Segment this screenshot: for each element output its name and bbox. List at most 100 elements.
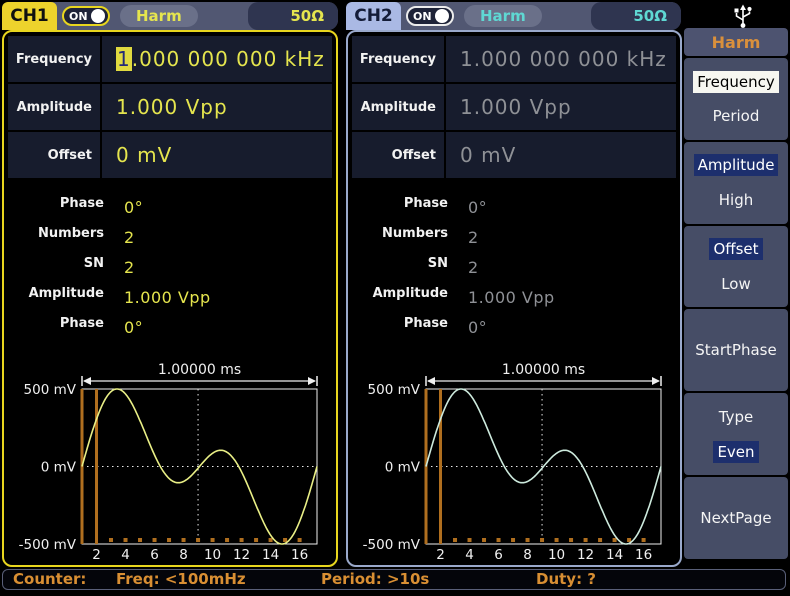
ch2-frequency-row: Frequency 1.000 000 000 kHz bbox=[352, 36, 676, 82]
ch1-harm-amplitude-label: Amplitude bbox=[8, 282, 104, 312]
ch2-amplitude-value[interactable]: 1.000 Vpp bbox=[446, 84, 676, 130]
ch2-offset-value[interactable]: 0 mV bbox=[446, 132, 676, 178]
ch2-harm-amplitude-label: Amplitude bbox=[352, 282, 448, 312]
menu-item-type[interactable]: Type bbox=[715, 406, 757, 428]
menu-item-even[interactable]: Even bbox=[713, 441, 758, 463]
harmonic-zero-stub bbox=[526, 538, 530, 542]
harmonic-zero-stub bbox=[269, 538, 273, 542]
harmonic-zero-stub bbox=[167, 538, 171, 542]
edit-cursor-digit: 1 bbox=[116, 47, 132, 71]
ch2-mode-badge: Harm bbox=[464, 5, 542, 27]
harmonic-zero-stub bbox=[555, 538, 559, 542]
ch2-offset-label: Offset bbox=[352, 132, 446, 178]
y-tick-label: 0 mV bbox=[41, 460, 77, 476]
ch2-harmonic-params: Phase0° Numbers2 SN2 Amplitude1.000 Vpp … bbox=[352, 192, 676, 342]
counter-duty: Duty: ? bbox=[536, 570, 596, 589]
ch1-sn-label: SN bbox=[8, 252, 104, 282]
x-tick-label: 6 bbox=[494, 547, 503, 563]
softkey-type-even[interactable]: Type Even bbox=[684, 393, 788, 475]
y-tick-label: 500 mV bbox=[24, 382, 77, 398]
span-arrow-left bbox=[427, 377, 435, 385]
ch2-phase-value[interactable]: 0° bbox=[448, 192, 487, 222]
softkey-nextpage[interactable]: NextPage bbox=[684, 477, 788, 559]
ch1-numbers-label: Numbers bbox=[8, 222, 104, 252]
x-tick-label: 14 bbox=[262, 547, 279, 563]
softkey-menu: Harm Frequency Period Amplitude High Off… bbox=[684, 28, 788, 559]
ch1-topbar: ON Harm 50Ω CH1 bbox=[2, 2, 338, 30]
menu-item-frequency[interactable]: Frequency bbox=[693, 71, 779, 93]
ch1-numbers-value[interactable]: 2 bbox=[104, 222, 135, 252]
harmonic-zero-stub bbox=[642, 538, 646, 542]
ch2-numbers-value[interactable]: 2 bbox=[448, 222, 479, 252]
ch2-panel: Frequency 1.000 000 000 kHz Amplitude 1.… bbox=[346, 30, 682, 567]
span-arrow-right bbox=[308, 377, 316, 385]
counter-freq: Freq: <100mHz bbox=[116, 570, 246, 589]
menu-item-low[interactable]: Low bbox=[717, 273, 755, 295]
ch2-harm-phase-value[interactable]: 0° bbox=[448, 312, 487, 342]
harmonic-zero-stub bbox=[138, 538, 142, 542]
ch2-waveform-plot: 1.00000 ms500 mV0 mV-500 mV246810121416 bbox=[348, 350, 680, 564]
softkey-amplitude-high[interactable]: Amplitude High bbox=[684, 142, 788, 224]
span-arrow-left bbox=[83, 377, 91, 385]
ch1-amplitude-value[interactable]: 1.000 Vpp bbox=[102, 84, 332, 130]
ch1-harm-phase-value[interactable]: 0° bbox=[104, 312, 143, 342]
ch1-frequency-label: Frequency bbox=[8, 36, 102, 82]
ch1-harmonic-params: Phase0° Numbers2 SN2 Amplitude1.000 Vpp … bbox=[8, 192, 332, 342]
x-tick-label: 6 bbox=[150, 547, 159, 563]
harmonic-zero-stub bbox=[453, 538, 457, 542]
x-tick-label: 10 bbox=[548, 547, 565, 563]
ch1-toggle-knob bbox=[91, 9, 105, 23]
ch1-amplitude-label: Amplitude bbox=[8, 84, 102, 130]
ch1-amplitude-row: Amplitude 1.000 Vpp bbox=[8, 84, 332, 130]
ch1-on-toggle[interactable]: ON bbox=[62, 6, 110, 26]
harmonic-zero-stub bbox=[569, 538, 573, 542]
harmonic-zero-stub bbox=[540, 538, 544, 542]
x-tick-label: 2 bbox=[92, 547, 101, 563]
ch1-phase-value[interactable]: 0° bbox=[104, 192, 143, 222]
ch2-tab[interactable]: CH2 bbox=[346, 2, 401, 30]
harmonic-marker-bar bbox=[439, 389, 442, 544]
usb-icon bbox=[728, 2, 758, 30]
ch2-harm-amplitude-value[interactable]: 1.000 Vpp bbox=[448, 282, 555, 312]
harmonic-zero-stub bbox=[298, 538, 302, 542]
ch1-sn-value[interactable]: 2 bbox=[104, 252, 135, 282]
softkey-startphase[interactable]: StartPhase bbox=[684, 309, 788, 391]
ch2-frequency-label: Frequency bbox=[352, 36, 446, 82]
menu-item-high[interactable]: High bbox=[715, 189, 757, 211]
x-tick-label: 2 bbox=[436, 547, 445, 563]
ch2-sn-value[interactable]: 2 bbox=[448, 252, 479, 282]
ch2-status-strip: ON Harm 50Ω bbox=[396, 2, 681, 30]
harmonic-zero-stub bbox=[196, 538, 200, 542]
ch2-on-label: ON bbox=[413, 10, 432, 23]
ch1-frequency-value[interactable]: 1.000 000 000 kHz bbox=[102, 36, 332, 82]
ch1-harm-amplitude-value[interactable]: 1.000 Vpp bbox=[104, 282, 211, 312]
menu-item-offset[interactable]: Offset bbox=[709, 238, 762, 260]
ch2-frequency-value[interactable]: 1.000 000 000 kHz bbox=[446, 36, 676, 82]
ch1-offset-value[interactable]: 0 mV bbox=[102, 132, 332, 178]
ch1-fields: Frequency 1.000 000 000 kHz Amplitude 1.… bbox=[8, 36, 332, 180]
softkey-offset-low[interactable]: Offset Low bbox=[684, 226, 788, 308]
ch2-impedance-badge: 50Ω bbox=[591, 2, 681, 30]
x-tick-label: 8 bbox=[523, 547, 532, 563]
menu-item-period[interactable]: Period bbox=[709, 105, 764, 127]
menu-item-amplitude[interactable]: Amplitude bbox=[694, 154, 779, 176]
ch2-phase-label: Phase bbox=[352, 192, 448, 222]
softkey-frequency-period[interactable]: Frequency Period bbox=[684, 58, 788, 140]
x-tick-label: 4 bbox=[121, 547, 130, 563]
ch2-fields: Frequency 1.000 000 000 kHz Amplitude 1.… bbox=[352, 36, 676, 180]
harmonic-zero-stub bbox=[182, 538, 186, 542]
ch1-panel: Frequency 1.000 000 000 kHz Amplitude 1.… bbox=[2, 30, 338, 567]
harmonic-zero-stub bbox=[211, 538, 215, 542]
harmonic-marker-bar bbox=[95, 389, 98, 544]
ch2-waveform-block: 1.00000 ms500 mV0 mV-500 mV246810121416 bbox=[348, 350, 680, 564]
ch1-tab[interactable]: CH1 bbox=[2, 2, 57, 30]
ch2-amplitude-row: Amplitude 1.000 Vpp bbox=[352, 84, 676, 130]
menu-item-startphase[interactable]: StartPhase bbox=[691, 339, 780, 361]
harmonic-zero-stub bbox=[283, 538, 287, 542]
instrument-screen: ON Harm 50Ω CH1 ON Harm 50Ω CH2 bbox=[0, 0, 790, 596]
harmonic-zero-stub bbox=[584, 538, 588, 542]
ch1-waveform-plot: 1.00000 ms500 mV0 mV-500 mV246810121416 bbox=[4, 350, 336, 564]
menu-item-nextpage[interactable]: NextPage bbox=[696, 507, 775, 529]
ch2-on-toggle[interactable]: ON bbox=[406, 6, 454, 26]
x-tick-label: 16 bbox=[291, 547, 308, 563]
